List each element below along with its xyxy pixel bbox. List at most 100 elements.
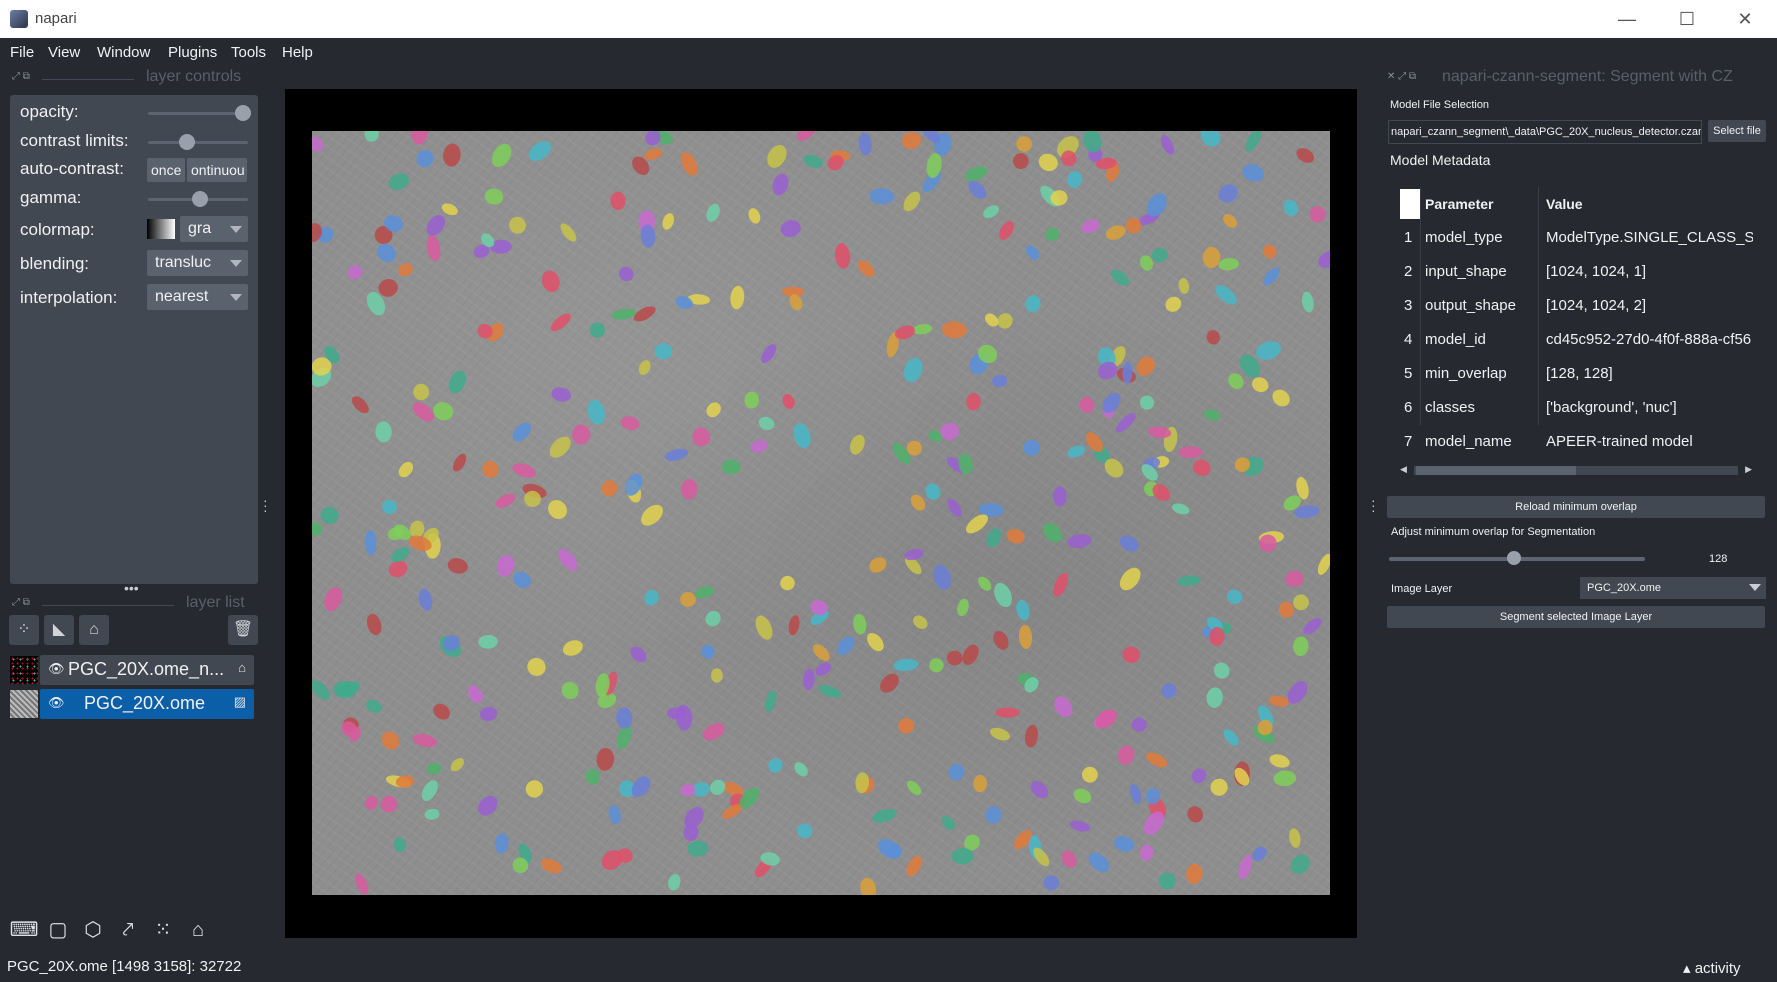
param-cell[interactable]: input_shape <box>1425 255 1537 289</box>
nucleus-label <box>1081 219 1100 234</box>
value-cell[interactable]: [128, 128] <box>1546 357 1753 391</box>
nucleus-label <box>893 658 919 672</box>
nucleus-label <box>1069 820 1091 832</box>
opacity-slider[interactable] <box>148 112 248 115</box>
dock-float-icon[interactable]: ⤢ ⧉ <box>12 597 30 608</box>
table-row[interactable]: 3 output_shape [1024, 1024, 2] <box>1398 289 1753 323</box>
right-splitter-handle[interactable]: · · · <box>1371 493 1376 517</box>
auto-contrast-continuous-button[interactable]: ontinuou <box>187 158 247 182</box>
param-cell[interactable]: min_overlap <box>1425 357 1537 391</box>
new-points-layer-icon[interactable]: ⁘ <box>9 615 39 645</box>
nucleus-label <box>1158 872 1176 890</box>
menu-help[interactable]: Help <box>282 44 313 61</box>
colormap-select[interactable]: gra <box>180 216 248 242</box>
row-number: 3 <box>1404 297 1413 314</box>
nucleus-label <box>416 149 434 168</box>
table-corner-button[interactable] <box>1400 189 1420 219</box>
select-file-button[interactable]: Select file <box>1708 120 1766 142</box>
contrast-limits-label: contrast limits: <box>20 131 129 150</box>
nucleus-label <box>398 263 413 277</box>
value-cell[interactable]: ModelType.SINGLE_CLASS_SEM <box>1546 221 1753 255</box>
left-splitter-handle[interactable]: · · · <box>263 493 268 517</box>
toggle-ndisplay-icon[interactable]: ▢ <box>43 915 73 945</box>
param-cell[interactable]: classes <box>1425 391 1537 425</box>
dock-float-icon[interactable]: ⤢ ⧉ <box>12 71 30 82</box>
dock-close-float-icons[interactable]: ✕ ⤢ ⧉ <box>1387 71 1416 82</box>
interpolation-select[interactable]: nearest <box>147 284 248 310</box>
menu-window[interactable]: Window <box>97 44 150 61</box>
nucleus-label <box>495 493 516 508</box>
layer-row-labels[interactable]: 👁 PGC_20X.ome_n... ⌂ <box>10 655 254 685</box>
scroll-right-icon[interactable]: ▶ <box>1745 464 1752 475</box>
table-row[interactable]: 4 model_id cd45c952-27d0-4f0f-888a-cf56 <box>1398 323 1753 357</box>
activity-button[interactable]: ▴ activity <box>1683 959 1741 977</box>
contrast-limits-handle[interactable] <box>178 134 195 150</box>
blending-select[interactable]: transluc <box>147 250 248 276</box>
nucleus-label <box>1223 213 1238 228</box>
scroll-left-icon[interactable]: ◀ <box>1400 464 1407 475</box>
auto-contrast-label: auto-contrast: <box>20 159 124 178</box>
menu-tools[interactable]: Tools <box>231 44 266 61</box>
layer-item-selected[interactable]: 👁 PGC_20X.ome ▨ <box>40 689 254 719</box>
transpose-icon[interactable]: ⤤ <box>113 915 143 945</box>
nucleus-label <box>1082 766 1098 783</box>
param-cell[interactable]: output_shape <box>1425 289 1537 323</box>
scrollbar-thumb[interactable] <box>1416 466 1576 475</box>
home-icon[interactable]: ⌂ <box>183 915 213 945</box>
nucleus-label <box>347 265 363 280</box>
new-labels-layer-icon[interactable]: ⌂ <box>79 615 109 645</box>
overlap-slider-handle[interactable] <box>1507 551 1522 565</box>
gamma-slider-handle[interactable] <box>192 191 208 207</box>
menu-plugins[interactable]: Plugins <box>168 44 217 61</box>
reload-minimum-overlap-button[interactable]: Reload minimum overlap <box>1387 496 1765 518</box>
value-cell[interactable]: [1024, 1024, 1] <box>1546 255 1753 289</box>
table-row[interactable]: 2 input_shape [1024, 1024, 1] <box>1398 255 1753 289</box>
console-icon[interactable]: ⌨ <box>9 915 39 945</box>
menu-view[interactable]: View <box>48 44 80 61</box>
layer-row-image[interactable]: 👁 PGC_20X.ome ▨ <box>10 689 254 719</box>
delete-layer-icon[interactable]: 🗑 <box>228 615 258 645</box>
param-cell[interactable]: model_type <box>1425 221 1537 255</box>
value-cell[interactable]: cd45c952-27d0-4f0f-888a-cf56 <box>1546 323 1753 357</box>
close-button[interactable]: ✕ <box>1720 4 1770 34</box>
nucleus-label <box>695 586 715 599</box>
param-cell[interactable]: model_id <box>1425 323 1537 357</box>
grid-view-icon[interactable]: ⁙ <box>148 915 178 945</box>
dock-splitter-handle[interactable]: ••• <box>124 580 139 596</box>
auto-contrast-once-button[interactable]: once <box>147 158 185 182</box>
table-row[interactable]: 1 model_type ModelType.SINGLE_CLASS_SEM <box>1398 221 1753 255</box>
param-cell[interactable]: model_name <box>1425 425 1537 457</box>
nucleus-label <box>1178 446 1203 458</box>
table-row[interactable]: 7 model_name APEER-trained model <box>1398 425 1753 457</box>
nucleus-label <box>913 615 928 629</box>
table-row[interactable]: 5 min_overlap [128, 128] <box>1398 357 1753 391</box>
nucleus-label <box>585 769 600 785</box>
model-file-path-input[interactable]: napari_czann_segment\_data\PGC_20X_nucle… <box>1388 120 1702 144</box>
nucleus-label <box>478 634 498 649</box>
eye-icon[interactable]: 👁 <box>48 695 65 711</box>
table-horizontal-scrollbar[interactable]: ◀ ▶ <box>1400 463 1752 477</box>
table-row[interactable]: 6 classes ['background', 'nuc'] <box>1398 391 1753 425</box>
nucleus-label <box>1178 277 1190 294</box>
nucleus-label <box>418 588 433 611</box>
opacity-slider-handle[interactable] <box>235 105 251 121</box>
minimize-button[interactable]: — <box>1602 4 1652 34</box>
interpolation-label: interpolation: <box>20 288 118 307</box>
table-header-value[interactable]: Value <box>1546 187 1583 221</box>
value-cell[interactable]: ['background', 'nuc'] <box>1546 391 1753 425</box>
nucleus-label <box>793 423 811 449</box>
menu-file[interactable]: File <box>10 44 34 61</box>
table-header-parameter[interactable]: Parameter <box>1425 187 1494 221</box>
layer-item[interactable]: 👁 PGC_20X.ome_n... ⌂ <box>40 655 254 685</box>
nucleus-label <box>610 191 626 210</box>
maximize-button[interactable]: ☐ <box>1662 4 1712 34</box>
value-cell[interactable]: [1024, 1024, 2] <box>1546 289 1753 323</box>
contrast-limits-slider[interactable] <box>148 141 248 144</box>
image-layer-select[interactable]: PGC_20X.ome <box>1580 577 1766 599</box>
value-cell[interactable]: APEER-trained model <box>1546 425 1753 457</box>
microscopy-image[interactable] <box>312 131 1330 895</box>
eye-icon[interactable]: 👁 <box>48 661 65 677</box>
segment-image-layer-button[interactable]: Segment selected Image Layer <box>1387 606 1765 628</box>
roll-dimensions-icon[interactable]: ⬡ <box>78 915 108 945</box>
new-shapes-layer-icon[interactable]: ◣ <box>44 615 74 645</box>
